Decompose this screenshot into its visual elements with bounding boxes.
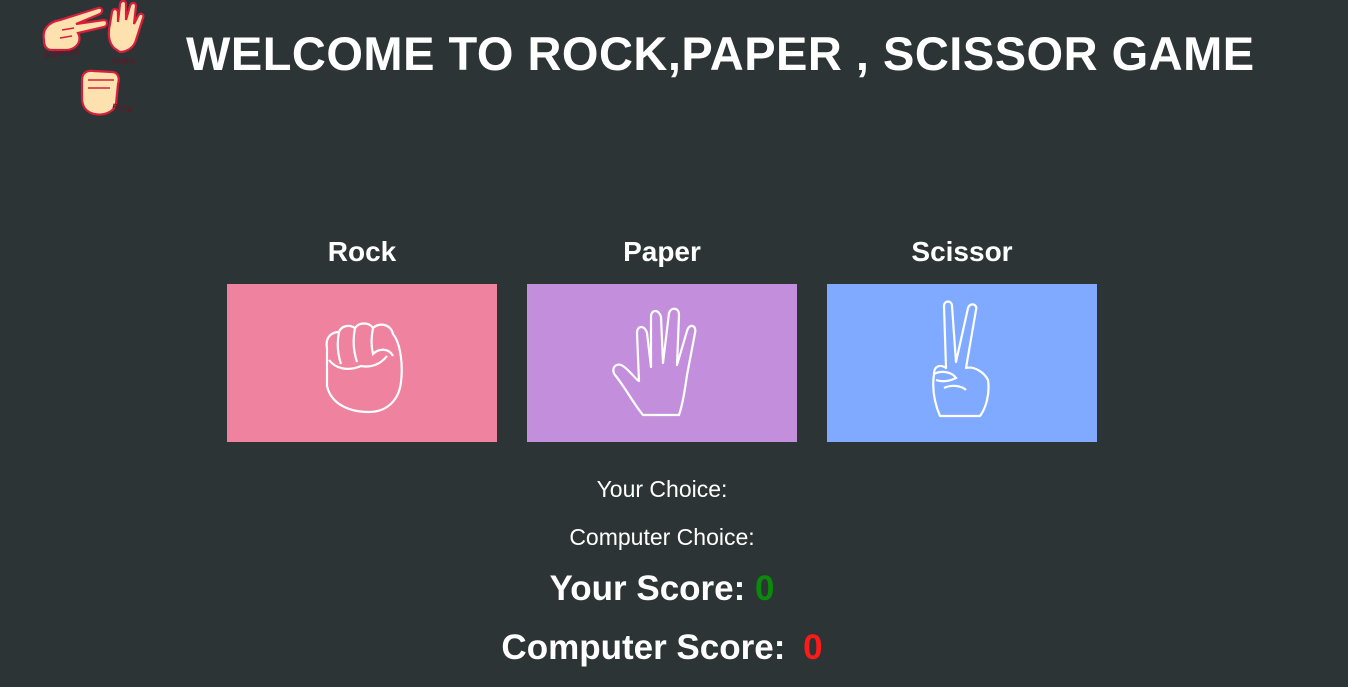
- logo-paper-text: PAPER: [112, 59, 136, 66]
- your-score-label: Your Score:: [549, 569, 746, 608]
- rock-button[interactable]: [227, 284, 497, 442]
- choice-label-scissor: Scissor: [911, 236, 1013, 267]
- logo-paper-hand: [107, 0, 145, 54]
- computer-choice-row: Computer Choice:: [0, 524, 1324, 551]
- choice-row: Rock Paper Scissor: [227, 232, 1097, 442]
- fist-icon: [325, 322, 403, 414]
- logo-rock-text: ROCK: [112, 103, 134, 115]
- choice-label-rock: Rock: [327, 236, 397, 267]
- your-choice-row: Your Choice:: [0, 476, 1324, 503]
- rock-paper-scissors-logo: SCISSORS PAPER ROCK: [42, 0, 145, 116]
- your-choice-label: Your Choice:: [596, 476, 728, 502]
- page-title: WELCOME TO ROCK,PAPER , SCISSOR GAME: [186, 27, 1255, 80]
- choice-label-paper: Paper: [623, 236, 701, 267]
- game-page: SCISSORS PAPER ROCK WELCOME TO ROCK,PAPE…: [0, 0, 1348, 687]
- peace-hand-icon: [932, 300, 990, 418]
- your-score-value: 0: [755, 569, 775, 608]
- logo-scissors-hand: [42, 6, 109, 52]
- computer-score-row: Computer Score: 0: [0, 628, 1324, 668]
- computer-score-value: 0: [803, 628, 823, 667]
- computer-choice-label: Computer Choice:: [569, 524, 755, 550]
- computer-score-label: Computer Score:: [501, 628, 786, 667]
- scissor-button[interactable]: [827, 284, 1097, 442]
- choice-rock: Rock: [227, 232, 497, 442]
- logo-scissors-text: SCISSORS: [43, 49, 80, 60]
- your-score-row: Your Score: 0: [0, 569, 1324, 609]
- open-hand-icon: [612, 307, 697, 417]
- choice-paper: Paper: [527, 232, 797, 442]
- choice-scissor: Scissor: [827, 232, 1097, 442]
- paper-button[interactable]: [527, 284, 797, 442]
